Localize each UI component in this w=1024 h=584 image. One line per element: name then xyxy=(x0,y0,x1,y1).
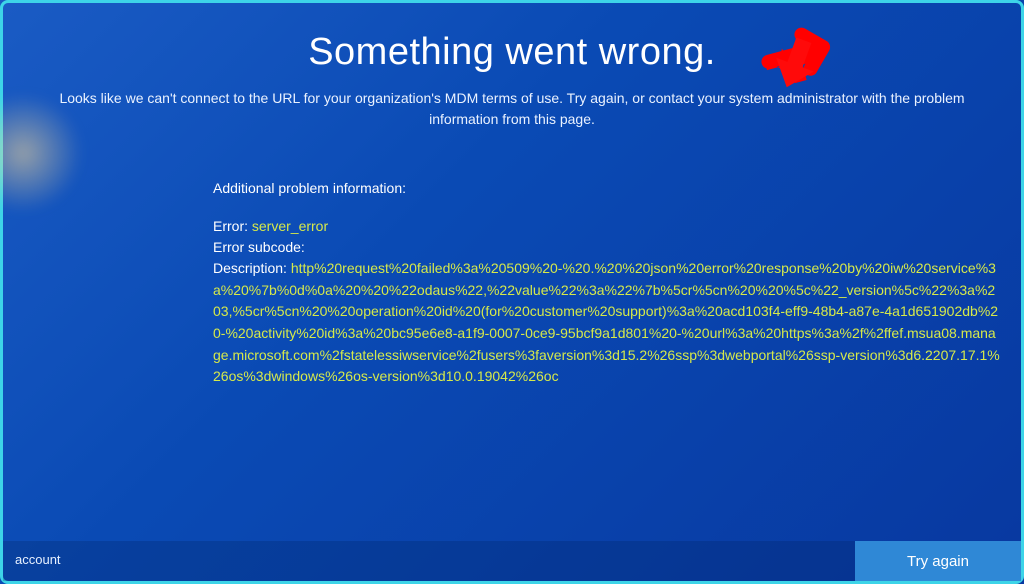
bottom-bar: account Try again xyxy=(3,541,1021,581)
error-screen: Something went wrong. Looks like we can'… xyxy=(3,3,1021,388)
page-title: Something went wrong. xyxy=(13,31,1011,74)
error-value: server_error xyxy=(252,218,328,234)
page-subtitle: Looks like we can't connect to the URL f… xyxy=(13,88,1011,130)
error-subcode-label: Error subcode: xyxy=(213,239,305,255)
error-description-value: http%20request%20failed%3a%20509%20-%20.… xyxy=(213,260,1000,384)
error-subcode-row: Error subcode: xyxy=(213,237,1001,258)
account-link[interactable]: account xyxy=(3,541,73,581)
error-row: Error: server_error xyxy=(213,216,1001,237)
problem-heading: Additional problem information: xyxy=(213,180,1001,196)
error-description-label: Description: xyxy=(213,260,287,276)
error-label: Error: xyxy=(213,218,248,234)
try-again-button[interactable]: Try again xyxy=(855,541,1021,581)
error-description-row: Description: http%20request%20failed%3a%… xyxy=(213,258,1001,388)
problem-info-section: Additional problem information: Error: s… xyxy=(213,180,1001,388)
